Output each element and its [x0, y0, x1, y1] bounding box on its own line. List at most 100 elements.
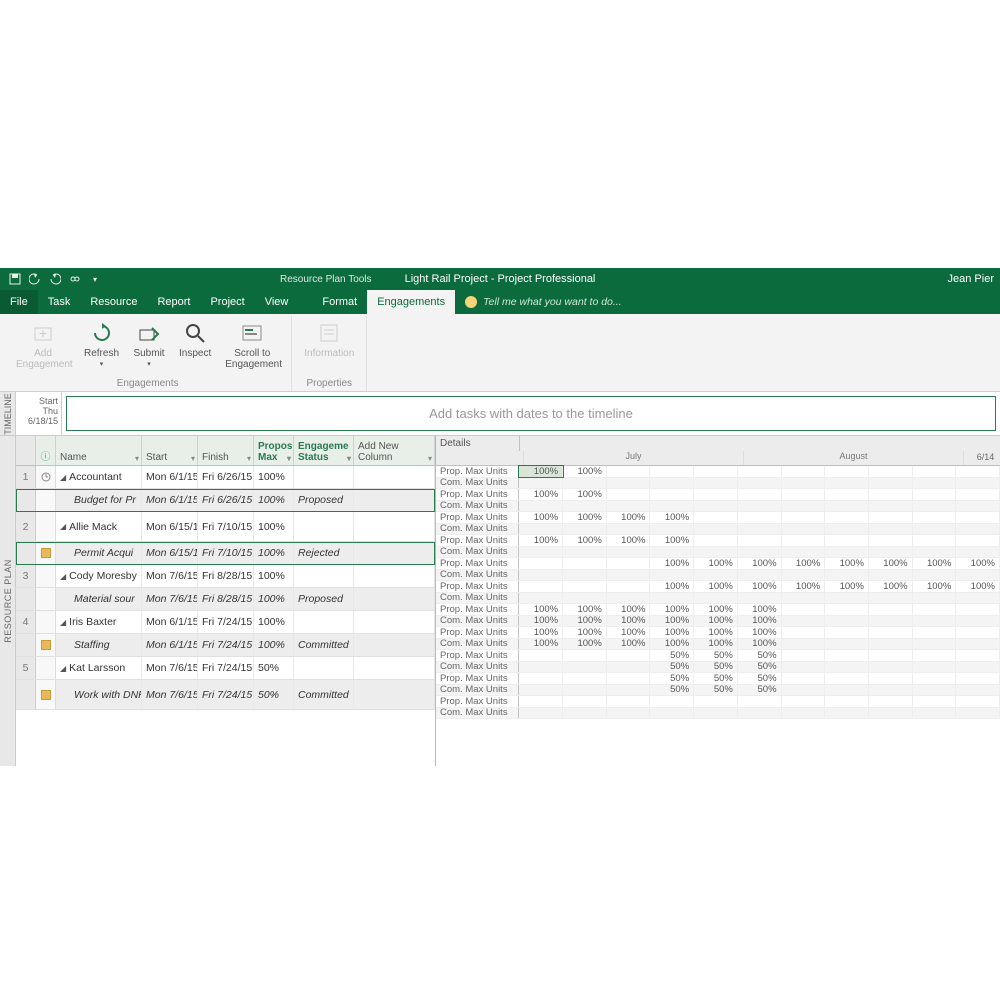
timephased-cell[interactable] [869, 570, 913, 581]
cell-finish[interactable]: Fri 7/10/15 [198, 542, 254, 564]
timephased-cell[interactable]: 100% [563, 627, 607, 638]
cell-max[interactable]: 100% [254, 542, 294, 564]
timephased-cell[interactable]: 100% [650, 616, 694, 627]
timephased-cell[interactable] [956, 547, 1000, 558]
cell-max[interactable]: 100% [254, 489, 294, 511]
cell-start[interactable]: Mon 7/6/15 [142, 565, 198, 587]
cell-finish[interactable]: Fri 7/24/15 [198, 657, 254, 679]
cell-rownum[interactable] [16, 542, 36, 564]
timephased-cell[interactable] [519, 696, 563, 707]
timephased-cell[interactable] [956, 616, 1000, 627]
table-row[interactable]: 5◢Kat LarssonMon 7/6/15Fri 7/24/1550% [16, 657, 435, 680]
timephased-cell[interactable]: 100% [519, 512, 563, 523]
timephased-cell[interactable] [869, 650, 913, 661]
timephased-cell[interactable]: 100% [563, 535, 607, 546]
timephased-cell[interactable] [519, 547, 563, 558]
timephased-cell[interactable]: 100% [519, 627, 563, 638]
timephased-cell[interactable] [563, 696, 607, 707]
timephased-cell[interactable] [563, 570, 607, 581]
timephased-cell[interactable] [563, 673, 607, 684]
timephased-cell[interactable] [869, 708, 913, 719]
cell-name[interactable]: Permit Acqui [56, 542, 142, 564]
save-icon[interactable] [8, 272, 22, 286]
timephased-cell[interactable] [694, 593, 738, 604]
timephased-cell[interactable] [782, 535, 826, 546]
cell-indicator[interactable] [36, 565, 56, 587]
timephased-cell[interactable] [607, 581, 651, 592]
redo-icon[interactable] [48, 272, 62, 286]
timephased-cell[interactable] [519, 685, 563, 696]
col-rownum[interactable] [16, 436, 36, 465]
timephased-cell[interactable] [694, 535, 738, 546]
timephased-cell[interactable] [607, 558, 651, 569]
cell-finish[interactable]: Fri 7/10/15 [198, 512, 254, 541]
timephased-cell[interactable]: 100% [738, 604, 782, 615]
timephased-cell[interactable] [519, 478, 563, 489]
timephased-cell[interactable] [825, 478, 869, 489]
timephased-cell[interactable] [519, 650, 563, 661]
timephased-cell[interactable] [913, 535, 957, 546]
timephased-cell[interactable] [607, 673, 651, 684]
timephased-cell[interactable] [825, 604, 869, 615]
timephased-cell[interactable]: 100% [563, 512, 607, 523]
cell-indicator[interactable] [36, 634, 56, 656]
timephased-cell[interactable] [650, 547, 694, 558]
timephased-cell[interactable]: 100% [519, 466, 563, 477]
col-start[interactable]: Start▾ [142, 436, 198, 465]
timephased-cell[interactable] [519, 662, 563, 673]
timephased-cell[interactable] [913, 570, 957, 581]
timephased-cell[interactable] [956, 696, 1000, 707]
cell-status[interactable] [294, 565, 354, 587]
timephased-cell[interactable] [782, 501, 826, 512]
timephased-cell[interactable] [913, 604, 957, 615]
timephased-cell[interactable]: 100% [563, 466, 607, 477]
timephased-cell[interactable]: 100% [869, 581, 913, 592]
timephased-cell[interactable] [607, 501, 651, 512]
timephased-cell[interactable] [782, 639, 826, 650]
timephased-cell[interactable] [913, 466, 957, 477]
cell-add[interactable] [354, 489, 435, 511]
timephased-cell[interactable] [738, 512, 782, 523]
cell-rownum[interactable]: 2 [16, 512, 36, 541]
timephased-cell[interactable] [956, 501, 1000, 512]
cell-max[interactable]: 50% [254, 680, 294, 709]
cell-status[interactable]: Committed [294, 634, 354, 656]
cell-status[interactable] [294, 611, 354, 633]
timephased-cell[interactable] [782, 708, 826, 719]
timephased-cell[interactable]: 100% [694, 627, 738, 638]
timephased-cell[interactable] [956, 512, 1000, 523]
cell-rownum[interactable]: 1 [16, 466, 36, 488]
timephased-cell[interactable] [956, 466, 1000, 477]
timephased-cell[interactable] [738, 535, 782, 546]
timephased-cell[interactable] [869, 593, 913, 604]
timephased-cell[interactable]: 50% [650, 685, 694, 696]
table-row[interactable]: 2◢Allie MackMon 6/15/15Fri 7/10/15100% [16, 512, 435, 542]
timephased-cell[interactable] [825, 627, 869, 638]
timephased-cell[interactable] [869, 627, 913, 638]
cell-add[interactable] [354, 611, 435, 633]
timephased-cell[interactable]: 100% [956, 558, 1000, 569]
cell-add[interactable] [354, 680, 435, 709]
timephased-cell[interactable] [782, 593, 826, 604]
timephased-cell[interactable] [738, 696, 782, 707]
tab-format[interactable]: Format [312, 290, 367, 314]
cell-add[interactable] [354, 657, 435, 679]
timephased-cell[interactable] [650, 593, 694, 604]
timephased-cell[interactable]: 50% [650, 673, 694, 684]
timephased-cell[interactable] [650, 478, 694, 489]
timephased-cell[interactable] [563, 662, 607, 673]
timephased-cell[interactable]: 50% [650, 662, 694, 673]
timephased-cell[interactable]: 100% [563, 639, 607, 650]
timephased-cell[interactable] [519, 501, 563, 512]
timephased-cell[interactable] [519, 708, 563, 719]
timephased-cell[interactable]: 100% [650, 604, 694, 615]
timephased-cell[interactable]: 100% [519, 639, 563, 650]
timephased-cell[interactable] [563, 708, 607, 719]
chevron-down-icon[interactable]: ▾ [191, 454, 195, 463]
timeline-side-tab[interactable]: TIMELINE [0, 392, 16, 435]
col-indicator[interactable]: ⓘ [36, 436, 56, 465]
timephased-cell[interactable] [563, 478, 607, 489]
timephased-cell[interactable] [738, 501, 782, 512]
timephased-cell[interactable] [738, 547, 782, 558]
timephased-cell[interactable] [782, 627, 826, 638]
